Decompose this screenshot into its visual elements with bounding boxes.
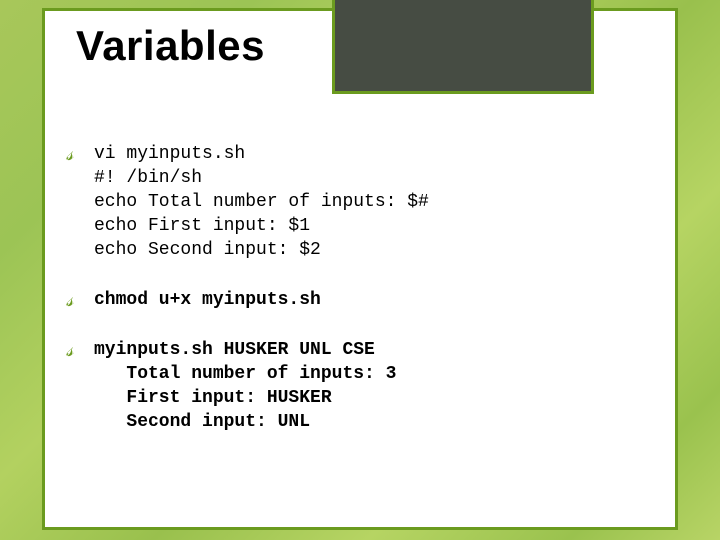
code-block: chmod u+x myinputs.sh bbox=[94, 288, 656, 312]
code-line: #! /bin/sh bbox=[94, 168, 202, 188]
accent-box bbox=[332, 0, 594, 94]
bullet-marker-icon: 𝓈 bbox=[66, 142, 94, 166]
code-line: First input: HUSKER bbox=[94, 388, 332, 408]
bullet-marker-icon: 𝓈 bbox=[66, 338, 94, 362]
code-line: echo Total number of inputs: $# bbox=[94, 192, 429, 212]
bullet-item: 𝓈 chmod u+x myinputs.sh bbox=[66, 288, 656, 312]
code-line: vi myinputs.sh bbox=[94, 144, 245, 164]
bullet-list: 𝓈 vi myinputs.sh #! /bin/sh echo Total n… bbox=[66, 142, 656, 460]
code-line: myinputs.sh HUSKER UNL CSE bbox=[94, 340, 375, 360]
slide-title: Variables bbox=[76, 22, 265, 70]
code-line: chmod u+x myinputs.sh bbox=[94, 290, 321, 310]
bullet-item: 𝓈 vi myinputs.sh #! /bin/sh echo Total n… bbox=[66, 142, 656, 262]
code-line: echo Second input: $2 bbox=[94, 240, 321, 260]
code-block: vi myinputs.sh #! /bin/sh echo Total num… bbox=[94, 142, 656, 262]
code-block: myinputs.sh HUSKER UNL CSE Total number … bbox=[94, 338, 656, 434]
code-line: Second input: UNL bbox=[94, 412, 310, 432]
code-line: Total number of inputs: 3 bbox=[94, 364, 396, 384]
bullet-marker-icon: 𝓈 bbox=[66, 288, 94, 312]
slide-background: Variables 𝓈 vi myinputs.sh #! /bin/sh ec… bbox=[0, 0, 720, 540]
bullet-item: 𝓈 myinputs.sh HUSKER UNL CSE Total numbe… bbox=[66, 338, 656, 434]
code-line: echo First input: $1 bbox=[94, 216, 310, 236]
